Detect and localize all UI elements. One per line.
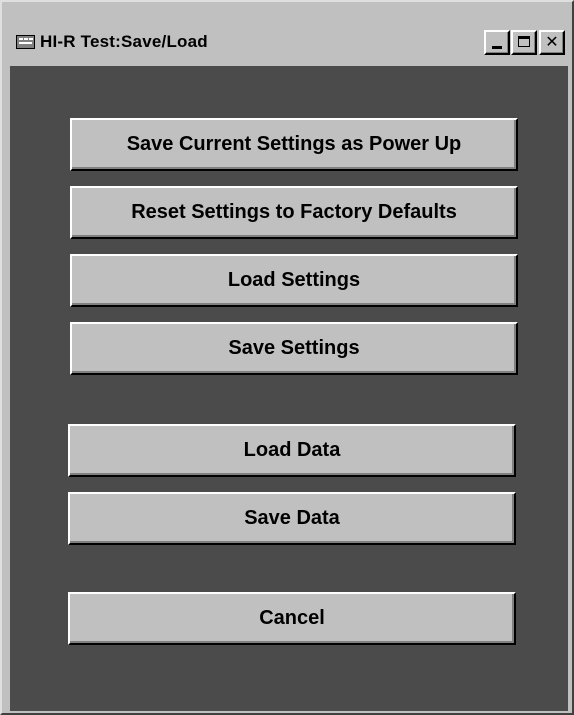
load-data-button[interactable]: Load Data [68, 424, 516, 477]
minimize-icon [492, 46, 502, 49]
window-app-icon[interactable] [16, 35, 35, 49]
save-settings-button[interactable]: Save Settings [70, 322, 518, 375]
title-bar[interactable]: HI-R Test:Save/Load ✕ [6, 6, 568, 66]
cancel-button[interactable]: Cancel [68, 592, 516, 645]
close-icon: ✕ [545, 32, 559, 51]
window-title: HI-R Test:Save/Load [40, 32, 208, 51]
maximize-button[interactable] [511, 30, 537, 55]
save-current-settings-as-power-up-button[interactable]: Save Current Settings as Power Up [70, 118, 518, 171]
maximize-icon [518, 36, 530, 47]
load-settings-button[interactable]: Load Settings [70, 254, 518, 307]
close-button[interactable]: ✕ [539, 30, 565, 55]
minimize-button[interactable] [484, 30, 510, 55]
save-data-button[interactable]: Save Data [68, 492, 516, 545]
reset-settings-to-factory-defaults-button[interactable]: Reset Settings to Factory Defaults [70, 186, 518, 239]
